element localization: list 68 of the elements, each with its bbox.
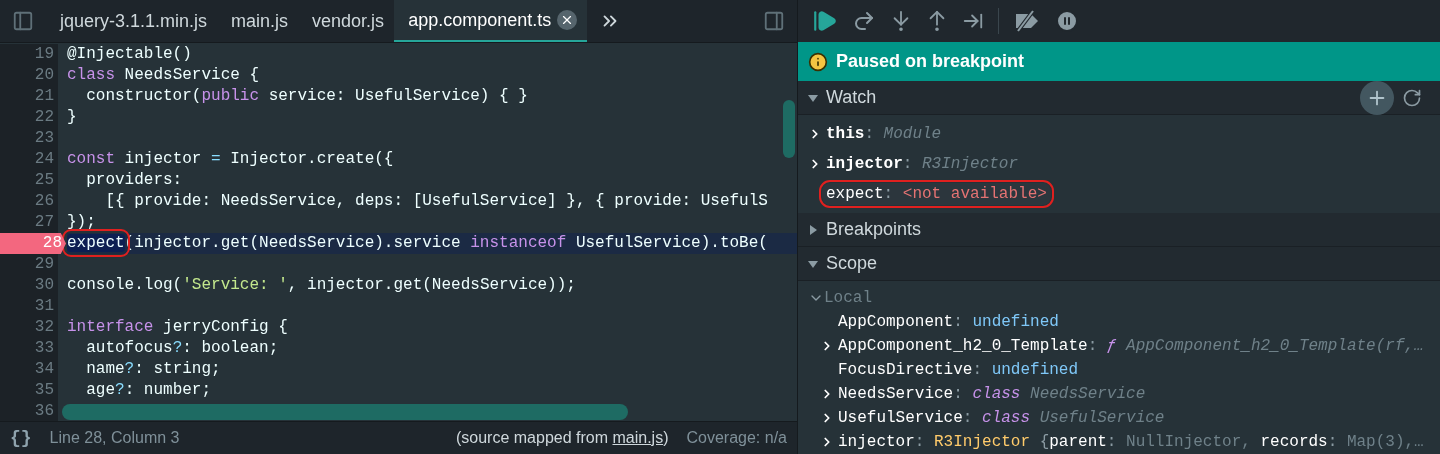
- line-number: 20: [0, 65, 58, 86]
- line-number: 21: [0, 86, 58, 107]
- expanded-triangle-icon[interactable]: [808, 258, 818, 269]
- info-icon: [808, 51, 828, 72]
- line-number: 35: [0, 380, 58, 401]
- add-watch-icon[interactable]: [1360, 80, 1394, 115]
- variable-value: : undefined: [972, 361, 1079, 379]
- code-line: [{ provide: NeedsService, deps: [UsefulService] }, { provide: UsefulS: [104, 191, 769, 212]
- deactivate-breakpoints-icon[interactable]: [1013, 8, 1041, 33]
- file-tab[interactable]: vendor.js: [298, 0, 395, 42]
- watch-expression[interactable]: expect: [826, 185, 884, 204]
- code-line: @Injectable(): [67, 44, 193, 65]
- watch-expression[interactable]: injector: [826, 155, 903, 174]
- line-number: 22: [0, 107, 58, 128]
- pretty-print-button[interactable]: {}: [10, 428, 32, 448]
- code-line: age?: number;: [85, 380, 213, 401]
- collapsed-triangle-icon[interactable]: [808, 224, 818, 235]
- variable-name[interactable]: injector: [838, 433, 915, 451]
- variable-name[interactable]: AppComponent: [838, 313, 954, 331]
- file-tab[interactable]: app.component.ts: [394, 0, 588, 42]
- watch-value: : Module: [864, 125, 942, 144]
- source-map-note: (source mapped from main.js): [455, 429, 669, 447]
- coverage-label: Coverage: n/a: [686, 429, 787, 447]
- variable-name[interactable]: FocusDirective: [838, 361, 973, 379]
- line-number: 36: [0, 401, 58, 421]
- refresh-icon[interactable]: [1402, 87, 1422, 108]
- source-link[interactable]: main.js: [612, 429, 664, 446]
- variable-value: : R3Injector {parent: NullInjector, records: Map(3),…: [914, 433, 1424, 451]
- variable-name[interactable]: UsefulService: [838, 409, 963, 427]
- variable-value: : undefined: [953, 313, 1059, 331]
- line-number: 27: [0, 212, 58, 233]
- code-line: console.log('Service: ', injector.get(NeedsService));: [67, 275, 577, 296]
- line-number: 32: [0, 317, 58, 338]
- line-number: 31: [0, 296, 58, 317]
- line-number: 25: [0, 170, 58, 191]
- expanded-triangle-icon[interactable]: [808, 92, 818, 103]
- watch-value: : R3Injector: [902, 155, 1019, 174]
- watch-value: : <not available>: [883, 185, 1047, 204]
- line-number: 34: [0, 359, 58, 380]
- variable-value: : ƒ AppComponent_h2_0_Template(rf,…: [1087, 337, 1424, 355]
- code-line: name?: string;: [85, 359, 222, 380]
- line-number: 33: [0, 338, 58, 359]
- line-number: 19: [0, 44, 58, 65]
- variable-value: : class UsefulService: [962, 409, 1165, 427]
- line-number: 23: [0, 128, 58, 149]
- line-number: 26: [0, 191, 58, 212]
- code-line: interface jerryConfig {: [67, 317, 289, 338]
- variable-name[interactable]: AppComponent_h2_0_Template: [838, 337, 1088, 355]
- code-line: class NeedsService {: [67, 65, 261, 86]
- code-line: const injector = Injector.create({: [67, 149, 395, 170]
- cursor-position: Line 28, Column 3: [49, 429, 181, 447]
- scrollbar-thumb[interactable]: [62, 404, 628, 420]
- code-line: constructor(public service: UsefulService) { }: [85, 86, 529, 107]
- close-icon[interactable]: [557, 10, 578, 30]
- line-number: 24: [0, 149, 58, 170]
- variable-value: : class NeedsService: [953, 385, 1146, 403]
- code-line: providers:: [85, 170, 184, 191]
- code-line: }: [67, 107, 78, 128]
- variable-name[interactable]: NeedsService: [838, 385, 954, 403]
- file-tab[interactable]: main.js: [217, 0, 299, 42]
- line-number: 30: [0, 275, 58, 296]
- code-line: });: [67, 212, 97, 233]
- line-number: 29: [0, 254, 58, 275]
- scrollbar-thumb[interactable]: [783, 100, 795, 158]
- file-tab[interactable]: jquery-3.1.1.min.js: [46, 0, 218, 42]
- watch-expression[interactable]: this: [826, 125, 865, 144]
- banner-text: Paused on breakpoint: [836, 51, 1025, 73]
- code-line: autofocus?: boolean;: [85, 338, 280, 359]
